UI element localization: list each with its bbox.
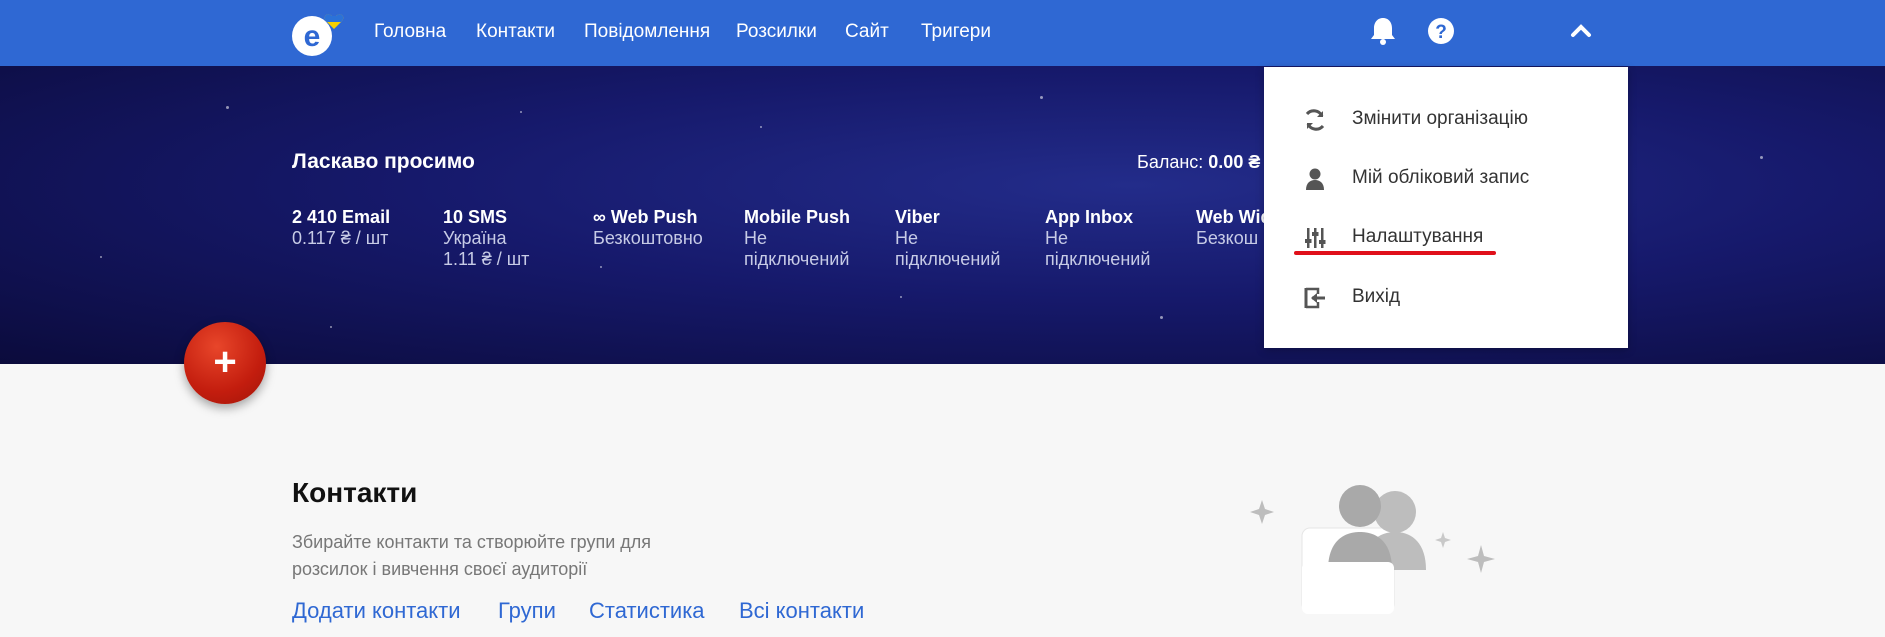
menu-item-logout[interactable]: Вихід bbox=[1264, 273, 1628, 323]
stat-title: Web Wid bbox=[1196, 207, 1272, 227]
stat-sub: 1.11 ₴ / шт bbox=[443, 249, 530, 269]
menu-item-label: Змінити організацію bbox=[1352, 108, 1529, 129]
contacts-illustration-icon bbox=[1250, 485, 1495, 614]
stat-sub: Не bbox=[1045, 228, 1069, 248]
stat-sms[interactable]: 10 SMS Україна 1.11 ₴ / шт bbox=[443, 207, 529, 270]
stat-sub: 0.117 ₴ / шт bbox=[292, 228, 389, 248]
stat-sub: підключений bbox=[744, 249, 850, 269]
link-groups[interactable]: Групи bbox=[498, 598, 556, 624]
stat-mobile-push[interactable]: Mobile Push Не підключений bbox=[744, 207, 850, 270]
stat-title: 10 SMS bbox=[443, 207, 508, 227]
stat-sub: Безкош bbox=[1196, 228, 1259, 248]
stat-title: 2 410 Email bbox=[292, 207, 391, 227]
balance-value: 0.00 ₴ bbox=[1208, 152, 1261, 172]
stat-sub: підключений bbox=[895, 249, 1001, 269]
menu-item-label: Вихід bbox=[1352, 286, 1401, 307]
chevron-up-icon[interactable] bbox=[1566, 14, 1596, 48]
stat-web-push[interactable]: ∞ Web Push Безкоштовно bbox=[593, 207, 703, 249]
stat-title: App Inbox bbox=[1045, 207, 1133, 227]
section-description: Збирайте контакти та створюйте групи для… bbox=[292, 532, 652, 579]
add-fab-button[interactable]: + bbox=[184, 322, 266, 404]
stat-title: Viber bbox=[895, 207, 940, 227]
user-icon bbox=[1306, 168, 1324, 190]
sliders-icon bbox=[1305, 228, 1326, 248]
link-add-contacts[interactable]: Додати контакти bbox=[292, 598, 461, 624]
nav-site[interactable]: Сайт bbox=[845, 20, 889, 44]
link-all-contacts[interactable]: Всі контакти bbox=[739, 598, 864, 624]
nav-messages[interactable]: Повідомлення bbox=[584, 20, 710, 44]
help-icon[interactable]: ? bbox=[1426, 14, 1456, 48]
svg-text:?: ? bbox=[1435, 22, 1447, 43]
stat-app-inbox[interactable]: App Inbox Не підключений bbox=[1045, 207, 1150, 270]
nav-contacts[interactable]: Контакти bbox=[476, 20, 555, 44]
user-dropdown-menu: Змінити організацію Мій обліковий запис … bbox=[1264, 67, 1628, 348]
logo-icon[interactable]: e bbox=[290, 10, 354, 58]
logout-icon bbox=[1304, 287, 1325, 309]
balance: Баланс: 0.00 ₴ bbox=[1137, 152, 1260, 173]
balance-label: Баланс: bbox=[1137, 152, 1204, 172]
menu-item-switch-org[interactable]: Змінити організацію bbox=[1264, 95, 1628, 145]
menu-item-label: Мій обліковий запис bbox=[1352, 167, 1530, 188]
bell-icon[interactable] bbox=[1368, 14, 1398, 48]
stat-title: Mobile Push bbox=[744, 207, 851, 227]
stat-title: ∞ Web Push bbox=[593, 207, 698, 227]
stat-sub: Не bbox=[744, 228, 768, 248]
settings-highlight-underline bbox=[1294, 251, 1496, 255]
nav-home[interactable]: Головна bbox=[374, 20, 446, 44]
stat-sub: Не bbox=[895, 228, 919, 248]
menu-item-settings[interactable]: Налаштування bbox=[1264, 213, 1628, 263]
menu-item-my-account[interactable]: Мій обліковий запис bbox=[1264, 154, 1628, 204]
stat-sub: Україна bbox=[443, 228, 507, 248]
stat-web-widget[interactable]: Web Wid Безкош bbox=[1196, 207, 1272, 249]
nav-triggers[interactable]: Тригери bbox=[921, 20, 991, 44]
stat-sub: Безкоштовно bbox=[593, 228, 703, 248]
stat-viber[interactable]: Viber Не підключений bbox=[895, 207, 1000, 270]
welcome-title: Ласкаво просимо bbox=[292, 150, 475, 173]
svg-text:e: e bbox=[304, 20, 321, 53]
link-statistics[interactable]: Статистика bbox=[589, 598, 705, 624]
section-title: Контакти bbox=[292, 477, 418, 508]
nav-mailings[interactable]: Розсилки bbox=[736, 20, 817, 44]
menu-item-label: Налаштування bbox=[1352, 226, 1484, 247]
stat-sub: підключений bbox=[1045, 249, 1151, 269]
refresh-icon bbox=[1305, 109, 1325, 131]
stat-email[interactable]: 2 410 Email 0.117 ₴ / шт bbox=[292, 207, 390, 249]
top-nav-bar: e Головна Контакти Повідомлення Розсилки… bbox=[0, 0, 1885, 66]
